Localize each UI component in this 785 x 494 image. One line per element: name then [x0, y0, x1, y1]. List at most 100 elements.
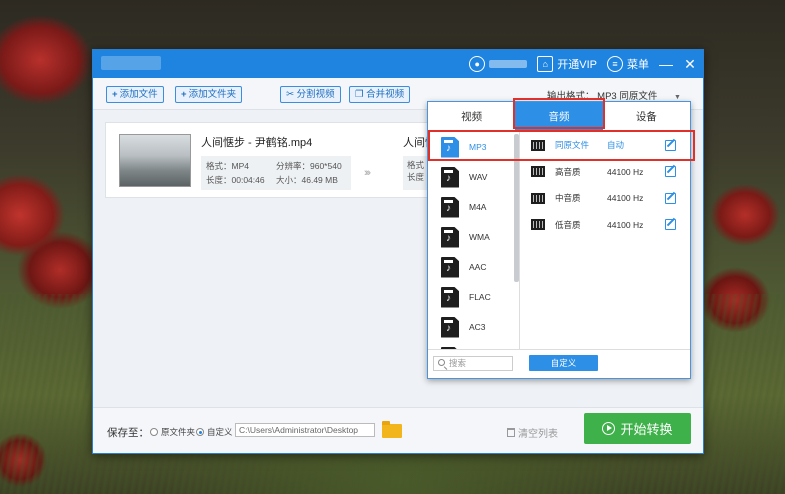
quality-rate: 44100 Hz — [607, 166, 644, 177]
tab-audio[interactable]: 音频 — [515, 102, 603, 131]
format-label: WAV — [469, 172, 488, 182]
format-item-wma[interactable]: WMA — [428, 222, 519, 252]
split-video-label: 分割视频 — [296, 89, 335, 100]
start-convert-button[interactable]: 开始转换 — [584, 413, 691, 444]
format-value: 格式：MP4 — [206, 161, 249, 171]
quality-rate: 自动 — [607, 140, 625, 151]
menu-icon: ≡ — [607, 56, 623, 72]
format-label: AAC — [469, 262, 487, 272]
radio-source-label: 原文件夹 — [161, 427, 196, 437]
format-label: WMA — [469, 232, 490, 242]
menu-button[interactable]: ≡ 菜单 — [607, 56, 649, 72]
trash-icon — [507, 428, 515, 437]
search-placeholder: 搜索 — [449, 358, 467, 368]
merge-video-label: 合并视频 — [366, 89, 405, 100]
radio-dot — [150, 428, 158, 436]
minimize-button[interactable]: — — [659, 57, 673, 71]
menu-label: 菜单 — [627, 59, 649, 71]
clear-list-button[interactable]: 清空列表 — [507, 425, 558, 440]
convert-arrow-icon: ››› — [364, 167, 371, 179]
scissors-icon: ✂ — [286, 89, 294, 100]
quality-name: 同原文件 — [555, 140, 590, 151]
format-item-aac[interactable]: AAC — [428, 252, 519, 282]
format-label: MP3 — [469, 142, 487, 152]
vip-button[interactable]: ⌂ 开通VIP — [537, 56, 597, 72]
format-item-ac3[interactable]: AC3 — [428, 312, 519, 342]
add-folder-button[interactable]: + 添加文件夹 — [175, 86, 243, 103]
film-icon — [531, 166, 545, 178]
custom-button[interactable]: 自定义 — [529, 355, 598, 371]
quality-name: 中音质 — [555, 193, 581, 204]
quality-item-low[interactable]: 低音质 44100 Hz — [521, 212, 690, 239]
format-list: MP3 WAV M4A WMA AAC FLAC AC3 — [428, 132, 520, 351]
cart-icon: ⌂ — [537, 56, 554, 72]
clear-list-label: 清空列表 — [518, 429, 558, 440]
size-value: 大小：46.49 MB — [276, 175, 338, 185]
format-item-mp3[interactable]: MP3 — [428, 132, 519, 162]
format-dropdown-panel: 视频 音频 设备 MP3 WAV M4A WMA AAC FLAC — [427, 101, 691, 379]
bottom-bar: 保存至： 原文件夹 自定义 C:\Users\Administrator\Des… — [93, 407, 703, 453]
file-list-item[interactable]: 人间惬步 - 尹鹤铭.mp4 格式：MP4 分辨率：960*540 长度：00:0… — [105, 122, 440, 198]
titlebar-actions: ● ⌂ 开通VIP ≡ 菜单 — ✕ — [469, 50, 697, 78]
edit-icon[interactable] — [665, 219, 676, 231]
save-path-input[interactable]: C:\Users\Administrator\Desktop — [235, 423, 375, 437]
audio-file-icon — [441, 196, 459, 218]
quality-list: 同原文件 自动 高音质 44100 Hz 中音质 44100 Hz 低音质 44… — [521, 132, 690, 351]
quality-rate: 44100 Hz — [607, 193, 644, 204]
app-logo — [101, 56, 161, 70]
merge-video-button[interactable]: ❐ 合并视频 — [349, 86, 411, 103]
video-thumbnail — [119, 134, 191, 187]
film-icon — [531, 192, 545, 204]
play-icon — [602, 422, 616, 435]
chevron-down-icon: ▼ — [673, 94, 681, 101]
edit-icon[interactable] — [665, 166, 676, 178]
add-file-button[interactable]: + 添加文件 — [106, 86, 164, 103]
format-label: FLAC — [469, 292, 491, 302]
quality-item-original[interactable]: 同原文件 自动 — [521, 132, 690, 159]
format-search-input[interactable]: 搜索 — [433, 356, 513, 371]
quality-item-medium[interactable]: 中音质 44100 Hz — [521, 185, 690, 212]
output-format-selector[interactable]: 输出格式： MP3 同原文件 ▼ — [547, 88, 681, 102]
format-label: M4A — [469, 202, 487, 212]
format-item-wav[interactable]: WAV — [428, 162, 519, 192]
audio-file-icon — [441, 316, 459, 338]
folder-icon[interactable] — [382, 421, 402, 438]
format-item-flac[interactable]: FLAC — [428, 282, 519, 312]
format-label: AC3 — [469, 322, 486, 332]
vip-label: 开通VIP — [557, 59, 597, 71]
file-name: 人间惬步 - 尹鹤铭.mp4 — [201, 137, 313, 149]
split-video-button[interactable]: ✂ 分割视频 — [280, 86, 341, 103]
tab-video[interactable]: 视频 — [428, 102, 515, 131]
panel-footer: 搜索 自定义 — [428, 349, 690, 378]
audio-file-icon — [441, 136, 459, 158]
edit-icon[interactable] — [665, 139, 676, 151]
radio-dot-selected — [196, 428, 204, 436]
quality-name: 高音质 — [555, 166, 581, 177]
audio-file-icon — [441, 226, 459, 248]
quality-item-high[interactable]: 高音质 44100 Hz — [521, 159, 690, 186]
film-icon — [531, 219, 545, 231]
audio-file-icon — [441, 166, 459, 188]
edit-icon[interactable] — [665, 192, 676, 204]
resolution-value: 分辨率：960*540 — [276, 161, 342, 171]
film-icon — [531, 139, 545, 151]
merge-icon: ❐ — [355, 89, 364, 100]
format-list-scrollbar[interactable] — [514, 134, 519, 282]
account-button[interactable]: ● — [469, 56, 528, 72]
format-item-m4a[interactable]: M4A — [428, 192, 519, 222]
radio-source-folder[interactable]: 原文件夹 — [150, 426, 195, 438]
add-folder-label: 添加文件夹 — [188, 89, 237, 100]
save-to-label: 保存至： — [107, 427, 149, 439]
radio-custom-label: 自定义 — [207, 427, 233, 437]
plus-icon: + — [181, 89, 187, 100]
titlebar: ● ⌂ 开通VIP ≡ 菜单 — ✕ — [93, 50, 703, 78]
close-button[interactable]: ✕ — [683, 57, 697, 71]
radio-custom-folder[interactable]: 自定义 — [196, 426, 233, 438]
quality-name: 低音质 — [555, 219, 581, 230]
quality-rate: 44100 Hz — [607, 219, 644, 230]
audio-file-icon — [441, 256, 459, 278]
search-icon — [438, 359, 445, 366]
audio-file-icon — [441, 286, 459, 308]
tab-device[interactable]: 设备 — [603, 102, 690, 131]
user-icon: ● — [469, 56, 486, 72]
